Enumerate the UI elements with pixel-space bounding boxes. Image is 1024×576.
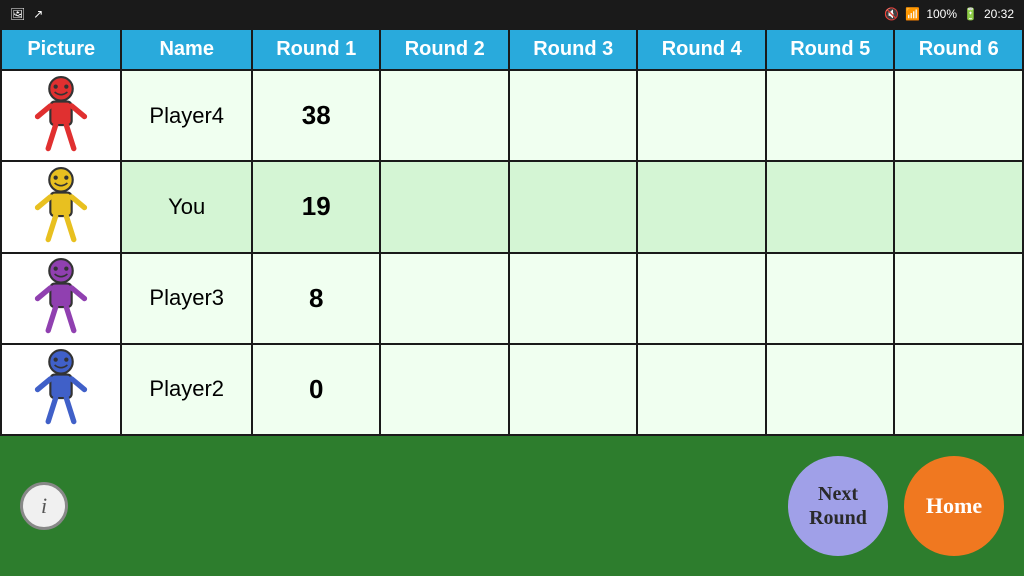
mute-icon: 🔇 (884, 7, 899, 21)
wifi-icon: 📶 (905, 7, 920, 21)
col-header-name: Name (121, 29, 252, 70)
player-score-round2-player2 (380, 344, 509, 435)
player-score-round4-player3 (637, 253, 766, 344)
player-score-round4-player2 (637, 344, 766, 435)
time-label: 20:32 (984, 7, 1014, 21)
col-header-picture: Picture (1, 29, 121, 70)
player-score-round1-player3: 8 (252, 253, 381, 344)
player-name-player3: Player3 (121, 253, 252, 344)
player-name-player2: Player2 (121, 344, 252, 435)
col-header-round6: Round 6 (894, 29, 1023, 70)
scoreboard-table: Picture Name Round 1 Round 2 Round 3 Rou… (0, 28, 1024, 436)
col-header-round3: Round 3 (509, 29, 638, 70)
player-score-round1-player2: 0 (252, 344, 381, 435)
player-score-round1-you: 19 (252, 161, 381, 252)
player-score-round5-player2 (766, 344, 895, 435)
player-score-round2-player3 (380, 253, 509, 344)
action-buttons: NextRound Home (788, 456, 1004, 556)
col-header-round2: Round 2 (380, 29, 509, 70)
player-avatar-player2 (1, 344, 121, 435)
status-left-icons: 🖼 ↗ (10, 7, 43, 21)
col-header-round4: Round 4 (637, 29, 766, 70)
player-score-round5-player4 (766, 70, 895, 161)
bottom-bar: i NextRound Home (0, 436, 1024, 576)
battery-label: 100% (926, 7, 957, 21)
player-score-round6-you (894, 161, 1023, 252)
table-row: Player438 (1, 70, 1023, 161)
next-round-button[interactable]: NextRound (788, 456, 888, 556)
status-right-icons: 🔇 📶 100% 🔋 20:32 (884, 7, 1014, 21)
player-score-round4-you (637, 161, 766, 252)
player-score-round5-player3 (766, 253, 895, 344)
battery-icon: 🔋 (963, 7, 978, 21)
player-avatar-you (1, 161, 121, 252)
home-button[interactable]: Home (904, 456, 1004, 556)
player-score-round2-you (380, 161, 509, 252)
player-score-round3-player3 (509, 253, 638, 344)
player-score-round3-player2 (509, 344, 638, 435)
player-score-round3-you (509, 161, 638, 252)
player-score-round4-player4 (637, 70, 766, 161)
share-icon: ↗ (33, 7, 43, 21)
info-button[interactable]: i (20, 482, 68, 530)
player-score-round6-player3 (894, 253, 1023, 344)
player-avatar-player3 (1, 253, 121, 344)
player-name-you: You (121, 161, 252, 252)
scoreboard-table-container: Picture Name Round 1 Round 2 Round 3 Rou… (0, 28, 1024, 436)
player-score-round6-player2 (894, 344, 1023, 435)
photo-icon: 🖼 (10, 7, 25, 21)
info-icon: i (41, 493, 47, 519)
status-bar: 🖼 ↗ 🔇 📶 100% 🔋 20:32 (0, 0, 1024, 28)
col-header-round1: Round 1 (252, 29, 381, 70)
player-avatar-player4 (1, 70, 121, 161)
table-row: Player38 (1, 253, 1023, 344)
player-score-round6-player4 (894, 70, 1023, 161)
player-score-round2-player4 (380, 70, 509, 161)
table-row: Player20 (1, 344, 1023, 435)
player-score-round3-player4 (509, 70, 638, 161)
table-row: You19 (1, 161, 1023, 252)
col-header-round5: Round 5 (766, 29, 895, 70)
player-score-round1-player4: 38 (252, 70, 381, 161)
player-name-player4: Player4 (121, 70, 252, 161)
player-score-round5-you (766, 161, 895, 252)
